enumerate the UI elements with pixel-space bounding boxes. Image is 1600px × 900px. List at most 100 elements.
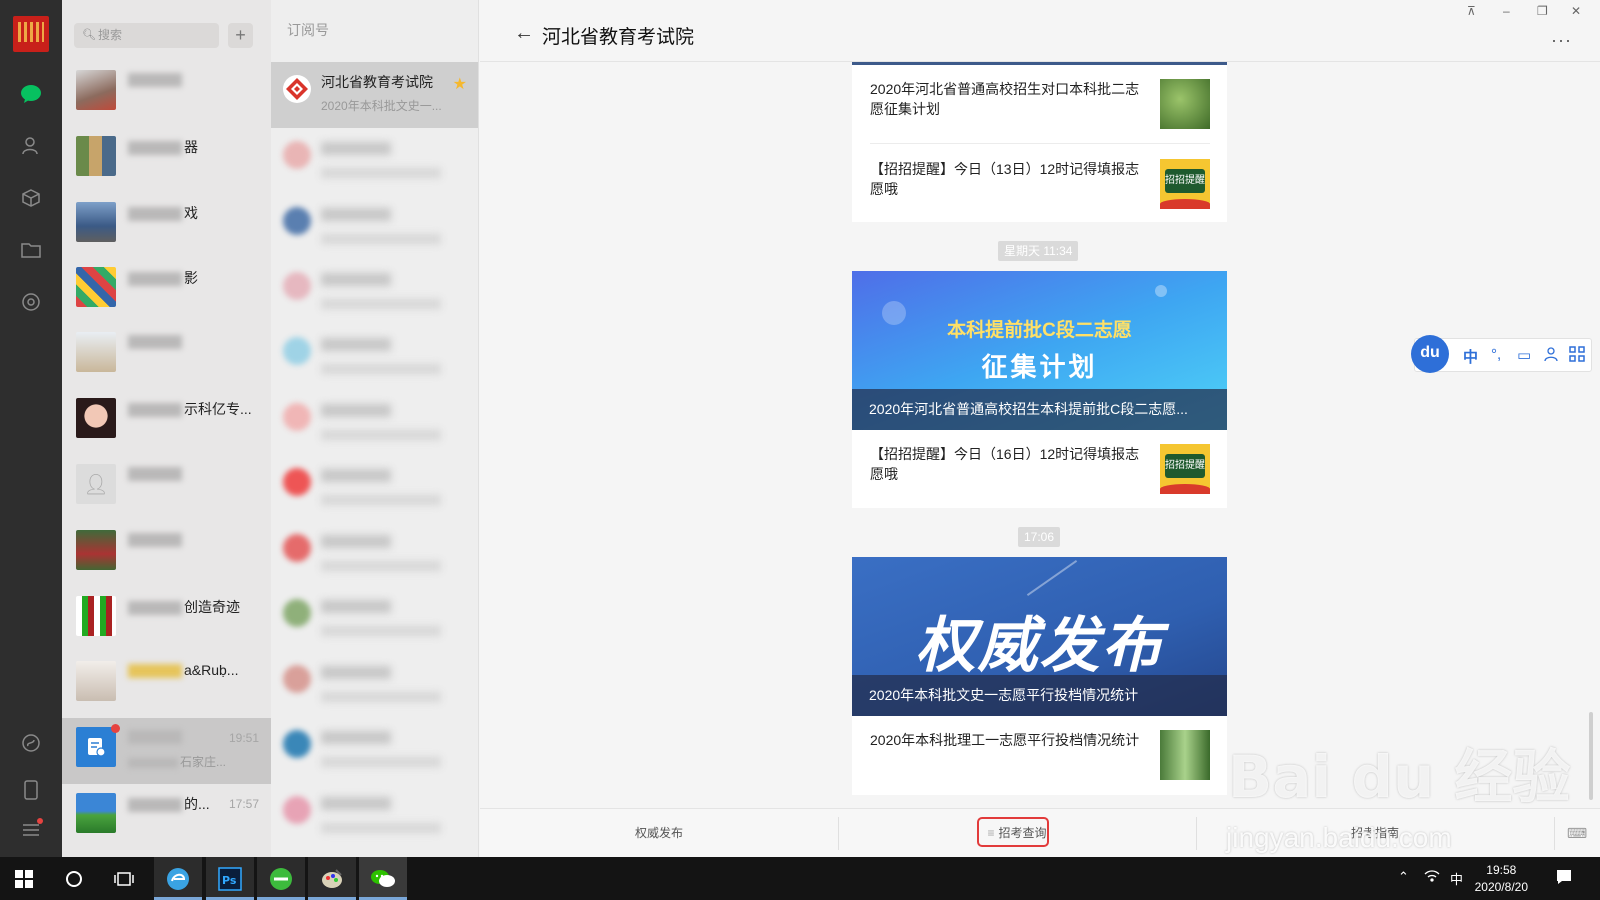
- windows-taskbar: Ps ⌃ 中 19:58 2020/8/20: [0, 857, 1600, 900]
- browser-icon[interactable]: [164, 865, 192, 893]
- avatar: 👤︎: [76, 464, 116, 504]
- subscription-item[interactable]: [271, 717, 478, 783]
- avatar: [283, 403, 311, 431]
- pin-icon[interactable]: ⊼: [1467, 4, 1476, 18]
- svg-text:Ps: Ps: [222, 874, 237, 887]
- chat-list-item[interactable]: [62, 61, 271, 127]
- wifi-icon[interactable]: [1424, 869, 1440, 886]
- article-hero[interactable]: 本科提前批C段二志愿 征集计划 2020年河北省普通高校招生本科提前批C段二志愿…: [852, 271, 1227, 430]
- subscription-item[interactable]: [271, 259, 478, 325]
- article-hero[interactable]: 权威发布 2020年本科批文史一志愿平行投档情况统计: [852, 557, 1227, 716]
- subscription-item[interactable]: [271, 586, 478, 652]
- chat-list-item[interactable]: 👤︎: [62, 455, 271, 521]
- chat-list-item[interactable]: a&Ruḅ...: [62, 652, 271, 718]
- hero-title: 本科提前批C段二志愿: [947, 320, 1132, 341]
- subscription-item-selected[interactable]: 河北省教育考试院 2020年本科批文史一... ★: [271, 62, 478, 128]
- grid-menu-icon[interactable]: [1569, 346, 1585, 366]
- back-arrow-icon[interactable]: ←: [514, 22, 534, 45]
- avatar: [76, 70, 116, 110]
- ime-language-toggle[interactable]: 中: [1463, 346, 1478, 367]
- thumb-badge: 招招提醒: [1165, 454, 1205, 478]
- article-row[interactable]: 2020年本科批理工一志愿平行投档情况统计: [852, 716, 1227, 794]
- punctuation-icon[interactable]: °,: [1491, 346, 1501, 363]
- system-clock[interactable]: 19:58 2020/8/20: [1475, 862, 1528, 896]
- hero-title: 权威发布: [915, 612, 1164, 679]
- chat-list-item[interactable]: 戏: [62, 193, 271, 259]
- article-card: 权威发布 2020年本科批文史一志愿平行投档情况统计 2020年本科批理工一志愿…: [852, 557, 1227, 795]
- article-title: 【招招提醒】今日（13日）12时记得填报志愿哦: [870, 161, 1140, 197]
- conversation-title: 河北省教育考试院: [542, 27, 695, 48]
- tray-chevron-icon[interactable]: ⌃: [1398, 869, 1409, 885]
- article-thumbnail: [1160, 730, 1210, 780]
- avatar: [283, 207, 311, 235]
- skin-icon[interactable]: ▭: [1517, 346, 1531, 364]
- article-card: 2020年河北省普通高校招生对口本科批二志愿征集计划 【招招提醒】今日（13日）…: [852, 62, 1227, 222]
- clock-time: 19:58: [1486, 863, 1517, 877]
- menu-icon[interactable]: [19, 818, 43, 842]
- add-button[interactable]: +: [228, 23, 253, 48]
- mini-programs-icon[interactable]: [19, 731, 43, 755]
- chat-name: 示科亿专...: [184, 401, 252, 417]
- search-input[interactable]: 🔍︎ 搜索: [74, 23, 219, 48]
- chat-icon[interactable]: [19, 82, 43, 106]
- chat-list-item[interactable]: 示科亿专...: [62, 389, 271, 455]
- search-placeholder: 搜索: [98, 28, 123, 42]
- article-row[interactable]: 【招招提醒】今日（13日）12时记得填报志愿哦 招招提醒: [852, 145, 1227, 223]
- article-title: 2020年河北省普通高校招生对口本科批二志愿征集计划: [870, 81, 1140, 117]
- navigation-rail: [0, 0, 62, 857]
- article-row[interactable]: 【招招提醒】今日（16日）12时记得填报志愿哦 招招提醒: [852, 430, 1227, 508]
- chat-time: 19:51: [228, 731, 259, 745]
- files-folder-icon[interactable]: [19, 238, 43, 262]
- subscriptions-panel: 订阅号 河北省教育考试院 2020年本科批文史一... ★: [271, 0, 479, 857]
- chat-list-item[interactable]: 创造奇迹: [62, 587, 271, 653]
- contacts-icon[interactable]: [19, 134, 43, 158]
- subscription-item[interactable]: [271, 128, 478, 194]
- subscription-item[interactable]: [271, 521, 478, 587]
- subscription-item[interactable]: [271, 783, 478, 849]
- chat-list-item[interactable]: 器: [62, 127, 271, 193]
- task-view-icon[interactable]: [110, 865, 138, 893]
- annotation-highlight: [977, 817, 1049, 847]
- photoshop-icon[interactable]: Ps: [216, 865, 244, 893]
- subscription-item[interactable]: [271, 324, 478, 390]
- favorites-cube-icon[interactable]: [19, 186, 43, 210]
- close-icon[interactable]: ✕: [1571, 4, 1581, 18]
- avatar: [76, 661, 116, 701]
- more-icon[interactable]: ···: [1551, 30, 1572, 51]
- moments-icon[interactable]: [19, 290, 43, 314]
- avatar: [76, 332, 116, 372]
- avatar: [283, 534, 311, 562]
- wechat-icon[interactable]: [369, 865, 397, 893]
- article-row[interactable]: 2020年河北省普通高校招生对口本科批二志愿征集计划: [852, 65, 1227, 143]
- article-thumbnail: [1160, 79, 1210, 129]
- windows-start-icon[interactable]: [10, 865, 38, 893]
- chat-preview: 石家庄...: [180, 755, 227, 769]
- scrollbar[interactable]: [1589, 712, 1593, 800]
- cortana-search-icon[interactable]: [60, 865, 88, 893]
- green-browser-icon[interactable]: [267, 865, 295, 893]
- paint-app-icon[interactable]: [318, 865, 346, 893]
- chat-list-item[interactable]: [62, 323, 271, 389]
- user-avatar[interactable]: [13, 16, 49, 52]
- subscription-item[interactable]: [271, 652, 478, 718]
- chat-list-item[interactable]: [62, 521, 271, 587]
- menu-tab-authoritative-release[interactable]: 权威发布: [480, 809, 838, 858]
- avatar: [283, 599, 311, 627]
- avatar: [283, 665, 311, 693]
- ime-indicator[interactable]: 中: [1450, 869, 1463, 888]
- keyboard-switch-icon[interactable]: ⌨: [1554, 809, 1600, 858]
- chat-list-item[interactable]: 19:51 石家庄...: [62, 718, 271, 784]
- baidu-ime-logo[interactable]: du: [1411, 335, 1449, 373]
- subscription-item[interactable]: [271, 455, 478, 521]
- chat-name: 器: [184, 139, 198, 155]
- subscription-item[interactable]: [271, 194, 478, 260]
- message-timestamp: 17:06: [1018, 527, 1061, 547]
- subscription-item[interactable]: [271, 390, 478, 456]
- maximize-icon[interactable]: ❐: [1537, 4, 1548, 18]
- user-icon[interactable]: [1543, 346, 1559, 366]
- notification-center-icon[interactable]: [1556, 869, 1572, 888]
- chat-list-item[interactable]: 的... 17:57: [62, 784, 271, 850]
- chat-list-item[interactable]: 影: [62, 258, 271, 324]
- minimize-icon[interactable]: –: [1503, 4, 1510, 18]
- phone-icon[interactable]: [19, 778, 43, 802]
